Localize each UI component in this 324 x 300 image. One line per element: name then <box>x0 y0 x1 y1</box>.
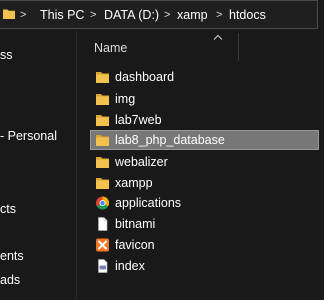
breadcrumb-separator[interactable]: > <box>20 8 26 23</box>
address-bar[interactable]: > This PC > DATA (D:) > xamp > htdocs <box>0 0 324 31</box>
breadcrumb-separator[interactable]: > <box>216 8 222 23</box>
file-row-lab7web[interactable]: lab7web <box>90 110 319 130</box>
nav-item-objects[interactable]: cts <box>0 202 16 216</box>
navigation-pane[interactable]: ss - Personal cts ents ads <box>0 31 76 300</box>
nav-item-documents[interactable]: ents <box>0 249 24 263</box>
folder-icon <box>96 94 109 105</box>
folder-icon <box>96 115 109 126</box>
php-icon <box>98 259 108 273</box>
file-name: index <box>115 259 145 273</box>
file-row-webalizer[interactable]: webalizer <box>90 152 319 172</box>
breadcrumb-this-pc[interactable]: This PC <box>40 8 84 23</box>
file-explorer-window: > This PC > DATA (D:) > xamp > htdocs ss… <box>0 0 324 300</box>
breadcrumb[interactable]: > This PC > DATA (D:) > xamp > htdocs <box>0 0 318 29</box>
file-name: lab7web <box>115 113 162 127</box>
nav-item-onedrive-personal[interactable]: - Personal <box>0 129 57 143</box>
breadcrumb-xamp[interactable]: xamp <box>177 8 208 23</box>
file-row-bitnami[interactable]: bitnami <box>90 214 319 234</box>
file-row-lab8-php-database[interactable]: lab8_php_database <box>90 130 319 150</box>
file-name: dashboard <box>115 70 175 84</box>
nav-item-quick-access[interactable]: ss <box>0 48 13 62</box>
file-name: bitnami <box>115 217 156 231</box>
breadcrumb-separator[interactable]: > <box>164 8 170 23</box>
file-icon <box>98 217 108 231</box>
file-name: favicon <box>115 238 155 252</box>
breadcrumb-separator[interactable]: > <box>90 8 96 23</box>
file-row-index[interactable]: index <box>90 256 319 276</box>
column-header-name[interactable]: Name <box>94 41 127 55</box>
sort-ascending-icon <box>213 34 223 40</box>
folder-icon <box>96 157 109 168</box>
column-divider[interactable] <box>238 33 239 61</box>
breadcrumb-htdocs[interactable]: htdocs <box>229 8 266 23</box>
file-name: img <box>115 92 136 106</box>
file-row-dashboard[interactable]: dashboard <box>90 67 319 87</box>
folder-icon <box>96 72 109 83</box>
file-name: lab8_php_database <box>115 133 225 147</box>
file-row-applications[interactable]: applications <box>90 193 319 213</box>
nav-item-downloads[interactable]: ads <box>0 273 20 287</box>
folder-icon <box>96 135 109 146</box>
folder-icon <box>3 9 15 19</box>
breadcrumb-data-drive[interactable]: DATA (D:) <box>104 8 159 23</box>
folder-icon <box>96 178 109 189</box>
file-row-img[interactable]: img <box>90 89 319 109</box>
file-list[interactable]: Name dashboard img lab7web lab8_php_data… <box>77 31 324 300</box>
file-name: webalizer <box>115 155 168 169</box>
file-row-xampp[interactable]: xampp <box>90 173 319 193</box>
file-name: xampp <box>115 176 153 190</box>
file-name: applications <box>115 196 182 210</box>
chrome-icon <box>96 196 109 210</box>
xampp-icon <box>96 238 109 252</box>
file-row-favicon[interactable]: favicon <box>90 235 319 255</box>
